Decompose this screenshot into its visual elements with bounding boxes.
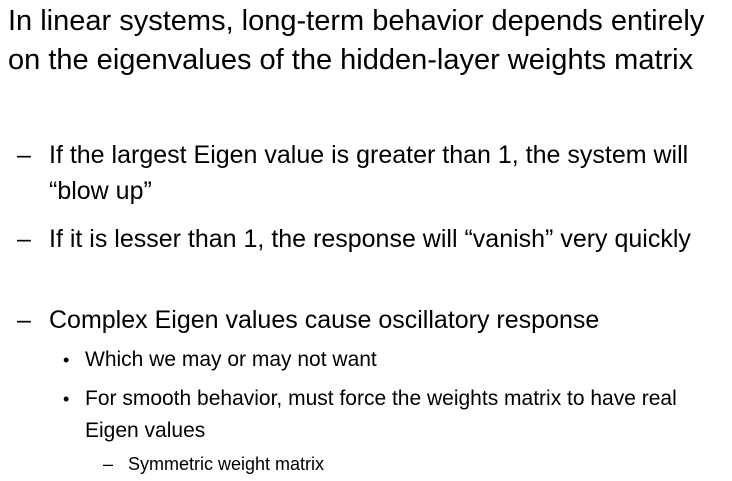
bullet-text: Which we may or may not want bbox=[85, 348, 377, 371]
bullet-text: For smooth behavior, must force the weig… bbox=[85, 387, 677, 442]
slide-content: In linear systems, long-term behavior de… bbox=[0, 0, 732, 481]
dash-marker: – bbox=[17, 306, 31, 334]
bullet-level3: • Which we may or may not want bbox=[63, 344, 728, 376]
bullet-text: If it is lesser than 1, the response wil… bbox=[49, 225, 691, 253]
bullet-text: If the largest Eigen value is greater th… bbox=[49, 141, 689, 205]
dash-marker: – bbox=[17, 141, 31, 169]
bullet-level4: – Symmetric weight matrix bbox=[103, 452, 703, 476]
dash-marker: – bbox=[103, 454, 114, 474]
bullet-level2: – If it is lesser than 1, the response w… bbox=[17, 221, 729, 257]
dash-marker: – bbox=[17, 225, 31, 253]
bullet-level1: In linear systems, long-term behavior de… bbox=[8, 5, 705, 76]
bullet-text: Complex Eigen values cause oscillatory r… bbox=[49, 306, 600, 334]
bullet-level3: • For smooth behavior, must force the we… bbox=[63, 383, 728, 447]
bullet-dot-icon: • bbox=[63, 389, 70, 409]
bullet-level2: – Complex Eigen values cause oscillatory… bbox=[17, 302, 729, 338]
bullet-level2: – If the largest Eigen value is greater … bbox=[17, 137, 729, 209]
bullet-dot-icon: • bbox=[63, 350, 70, 370]
bullet-text: Symmetric weight matrix bbox=[128, 454, 325, 474]
